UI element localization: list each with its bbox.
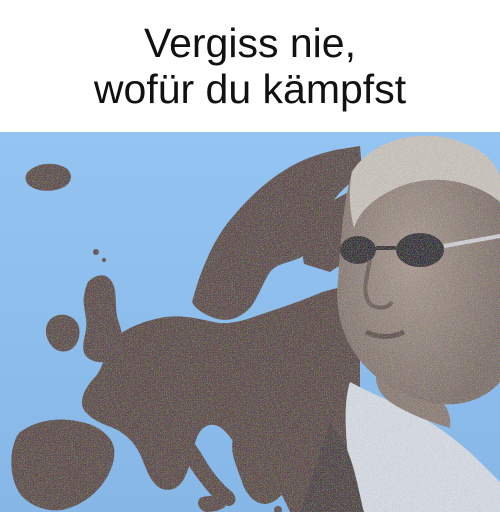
island-dot xyxy=(102,258,106,262)
island-dot xyxy=(253,491,259,497)
meme-image xyxy=(0,132,500,512)
left-lens xyxy=(340,236,376,264)
sardinia-shape xyxy=(154,449,170,477)
meme-image-svg xyxy=(0,132,500,512)
meme-caption: Vergiss nie, wofür du kämpfst xyxy=(0,0,500,132)
island-dot xyxy=(93,249,99,255)
caption-line-2: wofür du kämpfst xyxy=(93,66,407,112)
right-lens xyxy=(396,233,444,267)
caption-line-1: Vergiss nie, xyxy=(144,20,356,66)
